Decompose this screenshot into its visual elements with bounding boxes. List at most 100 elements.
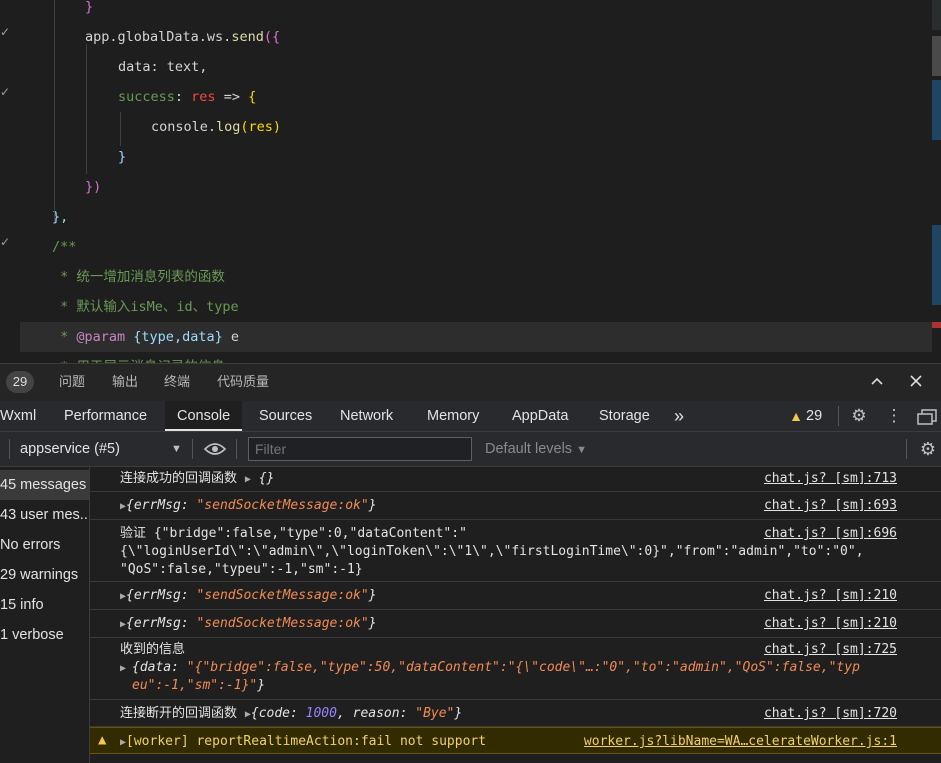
source-link[interactable]: chat.js? [sm]:720 — [764, 705, 897, 723]
panel-tab-output[interactable]: 输出 — [112, 364, 138, 402]
code-token: /** — [52, 239, 77, 255]
tab-sources[interactable]: Sources — [259, 401, 312, 431]
code-line[interactable]: console.log(res) — [20, 112, 932, 142]
source-link[interactable]: chat.js? [sm]:696 — [764, 525, 897, 543]
more-vertical-icon[interactable]: ⋮ — [882, 401, 906, 431]
code-line[interactable]: } — [20, 0, 932, 22]
levels-dropdown[interactable]: Default levels ▼ — [485, 432, 587, 466]
tab-wxml[interactable]: Wxml — [0, 401, 36, 431]
indent-guide — [86, 44, 87, 174]
panel-tab-terminal[interactable]: 终端 — [164, 364, 190, 402]
dock-icon[interactable] — [914, 401, 940, 431]
tab-appdata[interactable]: AppData — [512, 401, 568, 431]
object-key: reason — [352, 706, 400, 721]
code-line[interactable]: }, — [20, 202, 932, 232]
divider — [236, 439, 237, 459]
object-value: "sendSocketMessage:ok" — [196, 588, 369, 603]
eye-icon[interactable] — [203, 432, 227, 466]
message-text: 连接成功的回调函数 — [120, 471, 245, 486]
source-link[interactable]: chat.js? [sm]:713 — [764, 470, 897, 488]
gear-icon[interactable]: ⚙ — [847, 401, 871, 431]
code-line[interactable]: success: res => { — [20, 82, 932, 112]
code-token: {type,data} — [125, 329, 223, 345]
code-line[interactable]: data: text, — [20, 52, 932, 82]
source-link[interactable]: worker.js?libName=WA…celerateWorker.js:1 — [584, 733, 897, 751]
divider — [192, 439, 193, 459]
message-text: 连接断开的回调函数 — [120, 706, 245, 721]
code-line[interactable]: /** — [20, 232, 932, 262]
code-token: }) — [85, 179, 102, 195]
code-editor[interactable]: ✓ ✓ ✓ } app.globalData.ws.send({data: tex… — [0, 0, 941, 363]
context-selector[interactable]: appservice (#5) — [20, 432, 120, 466]
code-token: { — [248, 89, 257, 105]
sidebar-item-messages[interactable]: 45 messages — [0, 470, 89, 500]
panel-tab-code-quality[interactable]: 代码质量 — [217, 364, 269, 402]
object-key: errMsg — [133, 588, 181, 603]
console-message: ▶{errMsg: "sendSocketMessage:ok"} chat.j… — [90, 582, 941, 610]
tab-memory[interactable]: Memory — [427, 401, 479, 431]
sidebar-item-verbose[interactable]: 1 verbose — [0, 620, 89, 650]
filter-input[interactable] — [248, 437, 472, 461]
code-line[interactable]: } — [20, 142, 932, 172]
chevron-up-icon[interactable] — [862, 368, 892, 398]
code-line[interactable]: * 统一增加消息列表的函数 — [20, 262, 932, 292]
code-token: ({ — [263, 29, 281, 45]
panel-tab-problems[interactable]: 问题 — [59, 364, 85, 402]
code-token: e — [222, 329, 239, 345]
dropdown-arrow-icon[interactable]: ▼ — [171, 432, 182, 466]
check-icon: ✓ — [0, 85, 11, 99]
console-message: ▶{errMsg: "sendSocketMessage:ok"} chat.j… — [90, 610, 941, 638]
minimap-marker — [932, 80, 941, 140]
code-token: console. — [151, 119, 217, 135]
tab-network[interactable]: Network — [340, 401, 393, 431]
code-token: res — [191, 89, 216, 105]
sidebar-item-user-messages[interactable]: 43 user mes... — [0, 500, 89, 530]
indent-guide — [120, 112, 121, 146]
sidebar-item-errors[interactable]: No errors — [0, 530, 89, 560]
sidebar-item-info[interactable]: 15 info — [0, 590, 89, 620]
sidebar-item-warnings[interactable]: 29 warnings — [0, 560, 89, 590]
minimap-marker — [932, 0, 941, 30]
code-token: success — [118, 89, 175, 105]
expand-triangle-icon[interactable]: ▶ — [120, 663, 126, 674]
more-tabs-button[interactable]: » — [674, 401, 684, 431]
problem-count-badge: 29 — [6, 371, 34, 393]
source-link[interactable]: chat.js? [sm]:210 — [764, 587, 897, 605]
source-link[interactable]: chat.js? [sm]:210 — [764, 615, 897, 633]
tab-performance[interactable]: Performance — [64, 401, 147, 431]
code-line[interactable]: * @param {type,data} e — [20, 322, 932, 352]
object-value: "sendSocketMessage:ok" — [196, 616, 369, 631]
editor-scrollbar[interactable] — [932, 36, 941, 76]
code-line[interactable]: * 默认输入isMe、id、type — [20, 292, 932, 322]
minimap-marker — [932, 322, 941, 328]
levels-label: Default levels — [485, 441, 573, 457]
divider — [906, 439, 907, 459]
code-token: send — [231, 29, 264, 45]
expand-triangle-icon[interactable]: ▶ — [245, 474, 251, 485]
message-text: 收到的信息 — [120, 642, 186, 657]
code-token: data: text, — [118, 59, 208, 75]
gear-icon[interactable]: ⚙ — [916, 434, 940, 464]
code-line[interactable]: }) — [20, 172, 932, 202]
tab-console[interactable]: Console — [165, 401, 243, 431]
source-link[interactable]: chat.js? [sm]:725 — [764, 641, 897, 659]
divider — [838, 406, 839, 426]
warning-count[interactable]: 29 — [806, 401, 822, 431]
code-line[interactable]: * 用于展示消息记录的信息 — [20, 352, 932, 363]
console-message: ▶{errMsg: "sendSocketMessage:ok"} chat.j… — [90, 492, 941, 520]
close-icon[interactable] — [901, 368, 931, 398]
console-warning: ▲ ▶[worker] reportRealtimeAction:fail no… — [90, 727, 941, 754]
tab-storage[interactable]: Storage — [599, 401, 650, 431]
dropdown-arrow-icon: ▼ — [576, 444, 587, 456]
panel-tab-bar: 29 问题 输出 终端 代码质量 — [0, 363, 941, 402]
message-object[interactable]: {} — [259, 471, 275, 486]
code-token: * — [52, 329, 77, 345]
code-line[interactable]: app.globalData.ws.send({ — [20, 22, 932, 52]
code-token: * 统一增加消息列表的函数 — [52, 269, 225, 285]
code-token: @param — [76, 329, 126, 345]
console-message: 验证 {"bridge":false,"type":0,"dataContent… — [90, 520, 941, 582]
object-key: data — [139, 660, 172, 675]
source-link[interactable]: chat.js? [sm]:693 — [764, 497, 897, 515]
check-icon: ✓ — [0, 25, 11, 39]
console-message: 收到的信息 ▶ {data: "{"bridge":false,"type":5… — [90, 638, 941, 700]
